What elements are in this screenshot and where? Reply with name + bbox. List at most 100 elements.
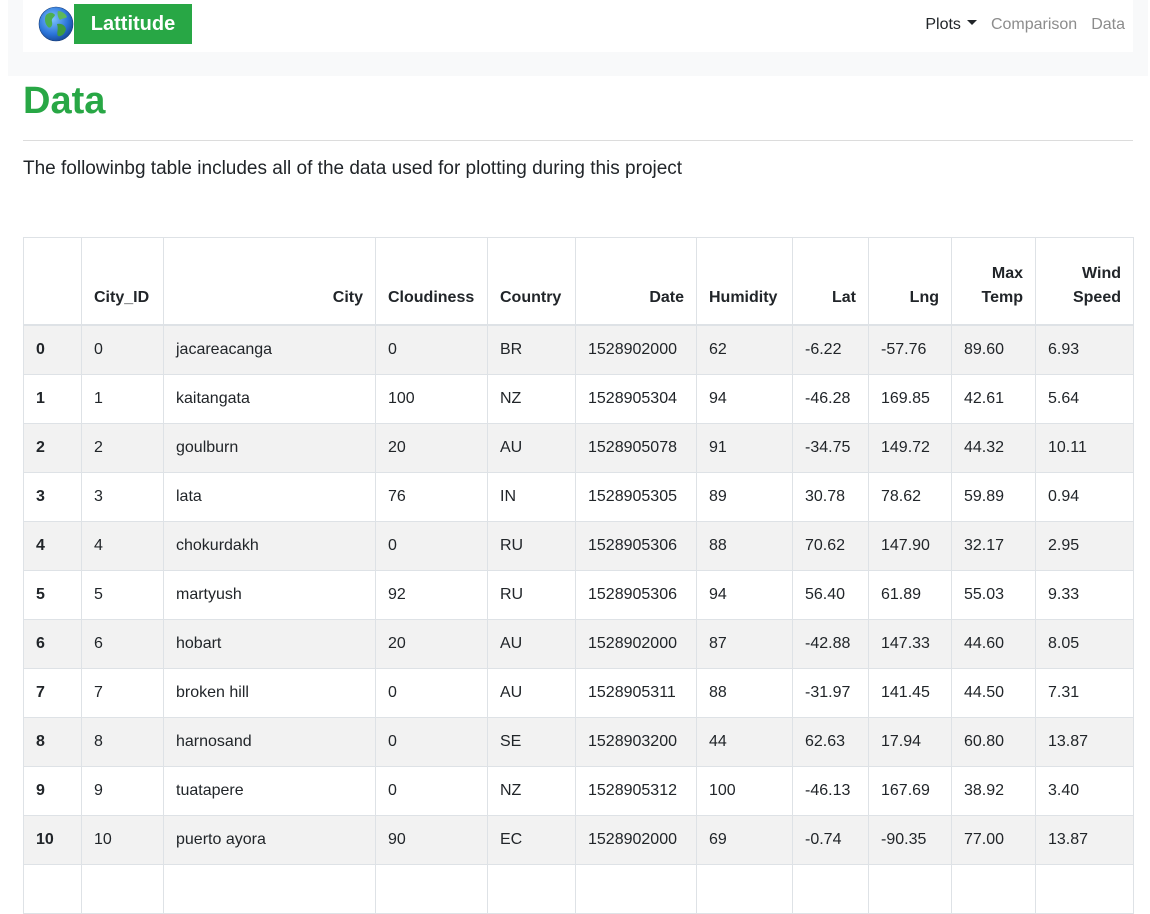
nav-data-link[interactable]: Data	[1091, 16, 1125, 34]
caret-down-icon	[966, 20, 977, 26]
cell-country: SE	[487, 717, 576, 767]
cell-wind-speed: 0.94	[1035, 472, 1134, 522]
cell-humidity: 44	[696, 717, 793, 767]
row-index	[23, 864, 82, 914]
cell-lng: 169.85	[868, 374, 952, 424]
table-row: 9 9 tuatapere 0 NZ 1528905312 100 -46.13…	[23, 766, 1134, 816]
table-row: 2 2 goulburn 20 AU 1528905078 91 -34.75 …	[23, 423, 1134, 473]
cell-date: 1528902000	[575, 324, 697, 375]
cell-country: NZ	[487, 766, 576, 816]
header-city: City	[163, 237, 376, 326]
row-index: 7	[23, 668, 82, 718]
cell-country	[487, 864, 576, 914]
cell-max-temp: 55.03	[951, 570, 1036, 620]
row-index: 4	[23, 521, 82, 571]
table-row: 6 6 hobart 20 AU 1528902000 87 -42.88 14…	[23, 619, 1134, 669]
header-cloudiness: Cloudiness	[375, 237, 488, 326]
header-lng: Lng	[868, 237, 952, 326]
cell-cloudiness: 92	[375, 570, 488, 620]
cell-cloudiness: 20	[375, 619, 488, 669]
cell-city-id: 4	[81, 521, 164, 571]
cell-city: puerto ayora	[163, 815, 376, 865]
row-index: 6	[23, 619, 82, 669]
cell-humidity: 94	[696, 374, 793, 424]
table-row: 10 10 puerto ayora 90 EC 1528902000 69 -…	[23, 815, 1134, 865]
cell-country: AU	[487, 668, 576, 718]
cell-wind-speed: 9.33	[1035, 570, 1134, 620]
cell-cloudiness: 0	[375, 766, 488, 816]
cell-humidity: 87	[696, 619, 793, 669]
cell-lat: 30.78	[792, 472, 869, 522]
cell-country: IN	[487, 472, 576, 522]
cell-wind-speed	[1035, 864, 1134, 914]
nav-plots-dropdown[interactable]: Plots	[925, 16, 977, 34]
cell-date: 1528905078	[575, 423, 697, 473]
cell-cloudiness: 0	[375, 668, 488, 718]
cell-lng	[868, 864, 952, 914]
cell-date: 1528905304	[575, 374, 697, 424]
cell-city-id: 0	[81, 324, 164, 375]
row-index: 5	[23, 570, 82, 620]
brand-name[interactable]: Lattitude	[74, 4, 192, 44]
cell-lat: -34.75	[792, 423, 869, 473]
cell-lat: -6.22	[792, 324, 869, 375]
header-lat: Lat	[792, 237, 869, 326]
header-wind-speed: Wind Speed	[1035, 237, 1134, 326]
row-index: 9	[23, 766, 82, 816]
cell-city	[163, 864, 376, 914]
nav-comparison-link[interactable]: Comparison	[991, 16, 1077, 34]
row-index: 3	[23, 472, 82, 522]
cell-lat: -31.97	[792, 668, 869, 718]
nav-plots-label: Plots	[925, 16, 961, 33]
intro-text: The followinbg table includes all of the…	[23, 158, 683, 179]
cell-date: 1528905305	[575, 472, 697, 522]
cell-humidity: 89	[696, 472, 793, 522]
cell-date: 1528903200	[575, 717, 697, 767]
cell-date: 1528905306	[575, 521, 697, 571]
globe-icon[interactable]	[38, 6, 74, 42]
cell-city-id: 10	[81, 815, 164, 865]
cell-lat: -42.88	[792, 619, 869, 669]
cell-max-temp: 77.00	[951, 815, 1036, 865]
cell-wind-speed: 6.93	[1035, 324, 1134, 375]
cell-country: RU	[487, 521, 576, 571]
cell-max-temp: 89.60	[951, 324, 1036, 375]
cell-city: chokurdakh	[163, 521, 376, 571]
cell-date: 1528902000	[575, 815, 697, 865]
header-humidity: Humidity	[696, 237, 793, 326]
cell-lat: 56.40	[792, 570, 869, 620]
table-header-row: City_ID City Cloudiness Country Date Hum…	[23, 237, 1134, 326]
cell-country: RU	[487, 570, 576, 620]
cell-cloudiness: 20	[375, 423, 488, 473]
row-index: 0	[23, 324, 82, 375]
cell-lat: -0.74	[792, 815, 869, 865]
cell-city: broken hill	[163, 668, 376, 718]
cell-city-id: 8	[81, 717, 164, 767]
cell-lng: 147.90	[868, 521, 952, 571]
cell-city-id	[81, 864, 164, 914]
cell-humidity: 69	[696, 815, 793, 865]
cell-city: tuatapere	[163, 766, 376, 816]
cell-city: lata	[163, 472, 376, 522]
cell-cloudiness: 76	[375, 472, 488, 522]
data-table: City_ID City Cloudiness Country Date Hum…	[23, 237, 1134, 914]
cell-country: NZ	[487, 374, 576, 424]
cell-wind-speed: 7.31	[1035, 668, 1134, 718]
table-row: 4 4 chokurdakh 0 RU 1528905306 88 70.62 …	[23, 521, 1134, 571]
cell-humidity: 100	[696, 766, 793, 816]
cell-humidity: 91	[696, 423, 793, 473]
cell-date: 1528905312	[575, 766, 697, 816]
header-index	[23, 237, 82, 326]
cell-cloudiness: 100	[375, 374, 488, 424]
cell-country: AU	[487, 619, 576, 669]
cell-max-temp	[951, 864, 1036, 914]
cell-country: EC	[487, 815, 576, 865]
cell-max-temp: 60.80	[951, 717, 1036, 767]
row-index: 8	[23, 717, 82, 767]
table-row: 3 3 lata 76 IN 1528905305 89 30.78 78.62…	[23, 472, 1134, 522]
header-max-temp: Max Temp	[951, 237, 1036, 326]
cell-cloudiness: 0	[375, 717, 488, 767]
cell-max-temp: 42.61	[951, 374, 1036, 424]
cell-city-id: 1	[81, 374, 164, 424]
cell-humidity: 88	[696, 521, 793, 571]
